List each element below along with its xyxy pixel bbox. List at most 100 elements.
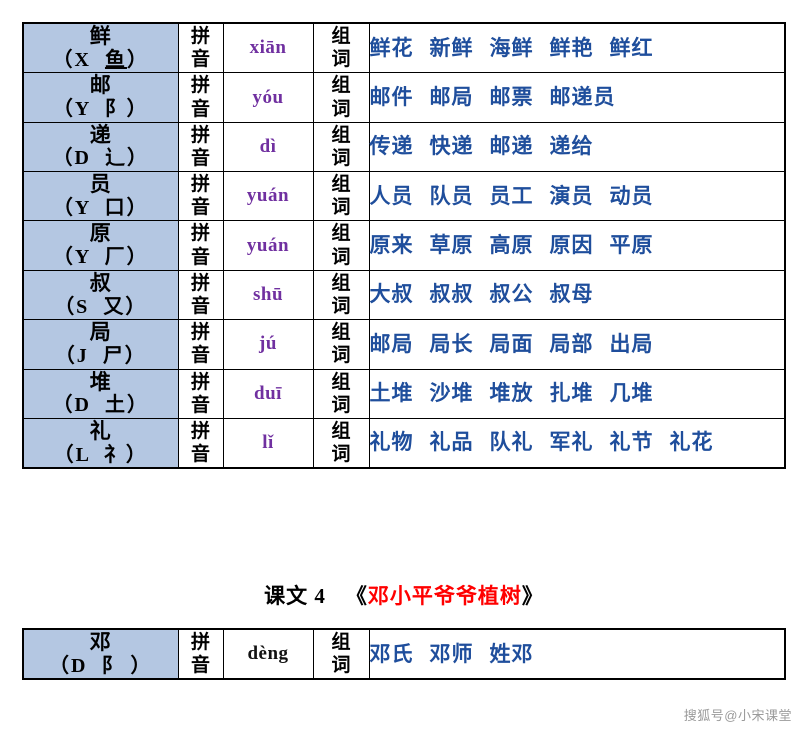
pinyin-label-cell: 拼 音 bbox=[177, 22, 224, 74]
table-row: 原 （Y 厂） 拼 音 yuán 组 词 原来 草原 高原 原因 平原 bbox=[22, 220, 786, 271]
word-item: 海鲜 bbox=[489, 35, 534, 60]
words-label-char-1: 组 bbox=[331, 371, 351, 393]
character-cell: 原 （Y 厂） bbox=[22, 220, 179, 271]
words-label-cell: 组 词 bbox=[312, 220, 370, 271]
words-label-char-1: 组 bbox=[331, 632, 351, 653]
table-row: 礼 （L 礻） 拼 音 lǐ 组 词 礼物 礼品 队礼 军礼 礼节 礼花 bbox=[22, 417, 786, 469]
pinyin-label-char-2: 音 bbox=[190, 98, 210, 120]
character-cell: 邮 （Y 阝） bbox=[22, 72, 179, 123]
word-item: 局部 bbox=[549, 331, 594, 356]
character-glyph: 员 bbox=[89, 172, 112, 197]
pinyin-label-char-1: 拼 bbox=[190, 632, 210, 653]
words-cell: 邓氏 邓师 姓邓 bbox=[368, 628, 786, 680]
pinyin-cell: yuán bbox=[222, 171, 314, 222]
character-glyph: 原 bbox=[89, 221, 112, 246]
radical-hint: （D 土） bbox=[24, 394, 178, 418]
words-cell: 原来 草原 高原 原因 平原 bbox=[368, 220, 786, 271]
word-item: 礼物 bbox=[369, 430, 414, 455]
words-label-char-2: 词 bbox=[331, 345, 351, 367]
word-item: 邮票 bbox=[489, 84, 534, 109]
word-item: 邓师 bbox=[429, 641, 474, 666]
pinyin-label-char-1: 拼 bbox=[190, 371, 210, 393]
radical-suffix: ） bbox=[126, 147, 149, 170]
close-bracket: 》 bbox=[521, 584, 544, 608]
words-label-char-2: 词 bbox=[331, 655, 351, 677]
character-glyph: 叔 bbox=[89, 270, 112, 295]
radical-component: 土 bbox=[104, 394, 127, 417]
character-glyph: 邓 bbox=[89, 630, 112, 654]
watermark: 搜狐号@小宋课堂 bbox=[683, 708, 792, 723]
word-item: 员工 bbox=[489, 183, 534, 208]
word-item: 鲜红 bbox=[609, 35, 654, 60]
words-cell: 人员 队员 员工 演员 动员 bbox=[368, 171, 786, 222]
pinyin-label-cell: 拼 音 bbox=[177, 72, 224, 123]
character-cell: 邓 （D 阝 ） bbox=[22, 628, 179, 680]
pinyin-label-cell: 拼 音 bbox=[177, 319, 224, 370]
word-item: 礼花 bbox=[669, 430, 714, 455]
word-item: 几堆 bbox=[609, 381, 654, 406]
word-item: 高原 bbox=[489, 232, 534, 257]
word-item: 叔叔 bbox=[429, 282, 474, 307]
radical-prefix: （Y bbox=[52, 98, 91, 121]
section-heading: 课文 4 《邓小平爷爷植树》 bbox=[0, 580, 808, 610]
radical-component: 厂 bbox=[104, 246, 127, 269]
radical-suffix: ） bbox=[126, 48, 149, 71]
word-item: 鲜艳 bbox=[549, 35, 594, 60]
lesson-label: 课文 4 bbox=[264, 584, 326, 608]
table-row: 递 （D 辶） 拼 音 dì 组 词 传递 快递 邮递 递给 bbox=[22, 121, 786, 173]
words-label-cell: 组 词 bbox=[312, 121, 370, 173]
words-label-char-2: 词 bbox=[331, 444, 351, 466]
word-item: 叔母 bbox=[549, 282, 594, 307]
word-item: 局面 bbox=[489, 331, 534, 356]
table-row: 鲜 （X 鱼） 拼 音 xiān 组 词 鲜花 新鲜 海鲜 鲜艳 鲜红 bbox=[22, 22, 786, 74]
word-item: 队礼 bbox=[489, 430, 534, 455]
words-label-char-1: 组 bbox=[331, 124, 351, 146]
words-label-char-2: 词 bbox=[331, 246, 351, 268]
words-label-char-1: 组 bbox=[331, 75, 351, 97]
radical-hint: （Y 厂） bbox=[24, 246, 178, 270]
radical-prefix: （Y bbox=[52, 246, 91, 269]
words-label-char-1: 组 bbox=[331, 272, 351, 294]
word-item: 叔公 bbox=[489, 282, 534, 307]
pinyin-label-cell: 拼 音 bbox=[177, 417, 224, 469]
character-cell: 鲜 （X 鱼） bbox=[22, 22, 179, 74]
table-row: 员 （Y 口） 拼 音 yuán 组 词 人员 队员 员工 演员 动员 bbox=[22, 171, 786, 222]
word-item: 土堆 bbox=[369, 381, 414, 406]
words-label-char-2: 词 bbox=[331, 295, 351, 317]
worksheet-page: 鲜 （X 鱼） 拼 音 xiān 组 词 鲜花 新鲜 海鲜 鲜艳 鲜红 邮 （Y… bbox=[0, 0, 808, 736]
words-cell: 土堆 沙堆 堆放 扎堆 几堆 bbox=[368, 368, 786, 419]
character-glyph: 堆 bbox=[89, 369, 112, 394]
pinyin-label-char-2: 音 bbox=[190, 197, 210, 219]
radical-prefix: （S bbox=[54, 295, 90, 318]
words-label-cell: 组 词 bbox=[312, 417, 370, 469]
radical-prefix: （D bbox=[49, 654, 88, 677]
pinyin-label-cell: 拼 音 bbox=[177, 121, 224, 173]
radical-component: 阝 bbox=[101, 654, 124, 677]
table-row: 邮 （Y 阝） 拼 音 yóu 组 词 邮件 邮局 邮票 邮递员 bbox=[22, 72, 786, 123]
lesson4-vocab-table-wrapper: 邓 （D 阝 ） 拼 音 dèng 组 词 邓氏 邓师 姓邓 bbox=[22, 628, 786, 681]
words-label-char-1: 组 bbox=[331, 223, 351, 245]
pinyin-label-char-2: 音 bbox=[190, 246, 210, 268]
pinyin-label-char-1: 拼 bbox=[190, 420, 210, 442]
word-item: 平原 bbox=[609, 232, 654, 257]
radical-component: 鱼 bbox=[104, 48, 127, 71]
character-cell: 礼 （L 礻） bbox=[22, 417, 179, 469]
word-item: 礼节 bbox=[609, 430, 654, 455]
word-item: 原来 bbox=[369, 232, 414, 257]
pinyin-label-char-2: 音 bbox=[190, 345, 210, 367]
character-glyph: 邮 bbox=[89, 73, 112, 98]
pinyin-label-char-2: 音 bbox=[190, 295, 210, 317]
radical-prefix: （D bbox=[52, 394, 91, 417]
words-label-char-1: 组 bbox=[331, 322, 351, 344]
pinyin-cell: dì bbox=[222, 121, 314, 173]
table-row: 邓 （D 阝 ） 拼 音 dèng 组 词 邓氏 邓师 姓邓 bbox=[22, 628, 786, 680]
radical-hint: （L 礻） bbox=[24, 444, 178, 468]
word-item: 原因 bbox=[549, 232, 594, 257]
radical-component: 礻 bbox=[103, 443, 126, 466]
words-cell: 邮件 邮局 邮票 邮递员 bbox=[368, 72, 786, 123]
words-cell: 鲜花 新鲜 海鲜 鲜艳 鲜红 bbox=[368, 22, 786, 74]
radical-prefix: （D bbox=[52, 147, 91, 170]
pinyin-cell: dèng bbox=[222, 628, 314, 680]
radical-component: 阝 bbox=[104, 98, 127, 121]
character-glyph: 递 bbox=[89, 122, 112, 147]
